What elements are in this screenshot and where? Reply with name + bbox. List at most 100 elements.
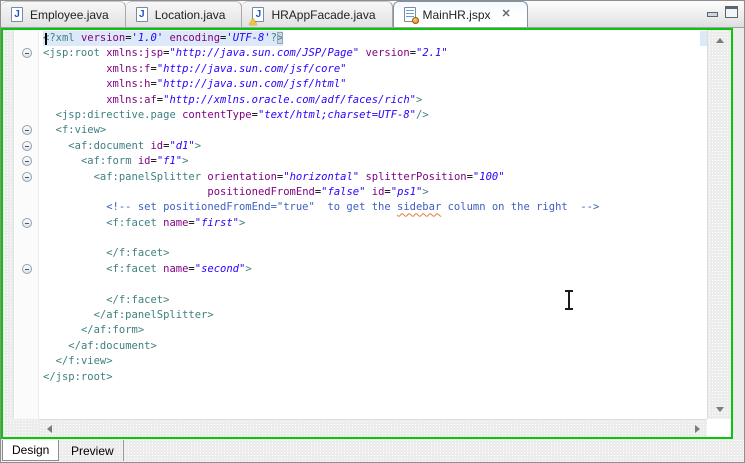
code-line-content bbox=[43, 277, 49, 292]
code-token-tag: </jsp:root> bbox=[43, 370, 113, 383]
code-area[interactable]: <?xml version='1.0' encoding='UTF-8'?> <j… bbox=[40, 30, 707, 419]
code-line-content: positionedFromEnd="false" id="ps1"> bbox=[43, 185, 429, 200]
code-token-tag: <af:document bbox=[68, 139, 151, 152]
scroll-left-icon[interactable] bbox=[41, 420, 57, 438]
code-line bbox=[43, 231, 599, 246]
collapse-icon[interactable] bbox=[22, 171, 32, 182]
code-line: </f:facet> bbox=[43, 246, 599, 261]
code-lines: <?xml version='1.0' encoding='UTF-8'?> <j… bbox=[43, 31, 599, 385]
fold-gutter bbox=[15, 30, 39, 437]
code-line: <af:document id="d1"> bbox=[43, 139, 599, 154]
code-line: </af:document> bbox=[43, 339, 599, 354]
code-token-tag: <af:form bbox=[80, 155, 138, 168]
code-token-tag: > bbox=[245, 262, 252, 275]
code-token-attr: xmlns:h bbox=[106, 78, 151, 91]
code-line-content: </jsp:root> bbox=[43, 370, 113, 385]
code-token-attr: positionedFromEnd bbox=[207, 185, 315, 198]
code-token-val: '1.0' bbox=[131, 32, 164, 44]
java-file-icon: J bbox=[135, 6, 150, 23]
code-token-tag: > bbox=[422, 185, 429, 198]
code-token-attr: name bbox=[163, 262, 189, 275]
code-line-content: </f:view> bbox=[43, 354, 113, 369]
vertical-scrollbar[interactable] bbox=[707, 30, 731, 419]
code-token-tag: </f:facet> bbox=[106, 247, 170, 260]
java-file-icon: J bbox=[10, 6, 25, 23]
page-tab-design[interactable]: Design bbox=[2, 440, 60, 461]
editor-tab-hrappfacade-java[interactable]: J HRAppFacade.java bbox=[242, 1, 393, 27]
editor-tab-employee-java[interactable]: J Employee.java bbox=[1, 1, 126, 27]
editor-tab-label: MainHR.jspx bbox=[422, 7, 491, 22]
code-token-comment: column on the right --> bbox=[441, 201, 600, 214]
text-caret bbox=[45, 33, 47, 45]
code-line: </af:form> bbox=[43, 323, 599, 338]
code-line: <!-- set positionedFromEnd="true" to get… bbox=[43, 200, 599, 215]
code-token-val: "http://java.sun.com/jsf/core" bbox=[156, 62, 347, 75]
source-editor: <?xml version='1.0' encoding='UTF-8'?> <j… bbox=[1, 28, 733, 439]
code-token-attr: orientation bbox=[207, 170, 277, 183]
collapse-icon[interactable] bbox=[22, 264, 32, 274]
code-token-tag: <?xml bbox=[43, 32, 81, 44]
code-line: <af:panelSplitter orientation="horizonta… bbox=[43, 170, 599, 185]
code-line-content: <!-- set positionedFromEnd="true" to get… bbox=[43, 200, 599, 215]
editor-window: J Employee.java J Location.java J HRAppFacade… bbox=[0, 0, 745, 463]
scroll-down-icon[interactable] bbox=[708, 401, 732, 417]
code-token-val: "100" bbox=[472, 170, 505, 183]
code-token-attr: version bbox=[365, 47, 410, 60]
code-line-content: <af:document id="d1"> bbox=[43, 139, 201, 154]
editor-tab-label: Location.java bbox=[154, 7, 226, 22]
collapse-icon[interactable] bbox=[22, 140, 32, 151]
code-token-tag: <f:facet bbox=[106, 216, 164, 229]
code-line-content: <f:facet name="first"> bbox=[43, 216, 245, 231]
page-tab-preview[interactable]: Preview bbox=[62, 440, 124, 461]
code-line-content: <af:panelSplitter orientation="horizonta… bbox=[43, 170, 505, 185]
code-line: xmlns:af="http://xmlns.oracle.com/adf/fa… bbox=[43, 93, 599, 108]
horizontal-scrollbar[interactable] bbox=[39, 419, 707, 437]
code-line: </af:panelSplitter> bbox=[43, 308, 599, 323]
code-token-attr: name bbox=[163, 216, 189, 229]
code-token-tag: > bbox=[194, 139, 202, 152]
jspx-file-icon bbox=[403, 6, 419, 24]
code-token-tag: <jsp:root bbox=[43, 47, 107, 60]
collapse-icon[interactable] bbox=[22, 125, 32, 136]
code-token-attr: version bbox=[80, 32, 126, 44]
minimize-view-icon[interactable] bbox=[706, 7, 718, 18]
code-line: <f:facet name="second"> bbox=[43, 262, 599, 277]
maximize-view-icon[interactable] bbox=[725, 6, 738, 18]
collapse-icon[interactable] bbox=[22, 156, 32, 167]
editor-tab-mainhr-jspx[interactable]: MainHR.jspx ✕ bbox=[392, 1, 528, 27]
code-token-attr: encoding bbox=[169, 32, 221, 44]
code-token-val: "false" bbox=[321, 185, 366, 198]
code-line-content: <?xml version='1.0' encoding='UTF-8'?> bbox=[43, 31, 284, 47]
collapse-icon[interactable] bbox=[22, 217, 32, 228]
code-line: <f:view> bbox=[43, 123, 599, 138]
code-token-tag: <f:view> bbox=[55, 124, 107, 137]
code-token-misspell: sidebar bbox=[397, 201, 442, 214]
scroll-up-icon[interactable] bbox=[708, 32, 732, 48]
collapse-icon[interactable] bbox=[22, 48, 32, 59]
current-line-highlight-fragment bbox=[700, 31, 707, 46]
code-token-attr: xmlns:f bbox=[106, 62, 151, 75]
editor-tab-location-java[interactable]: J Location.java bbox=[125, 1, 243, 27]
code-token-tag: <f:facet bbox=[106, 262, 164, 275]
code-token-val: "http://xmlns.oracle.com/adf/faces/rich" bbox=[163, 93, 416, 106]
code-token-match: > bbox=[276, 32, 284, 44]
code-token-tag: </af:document> bbox=[68, 339, 157, 352]
code-token-val: 'UTF-8' bbox=[226, 32, 271, 44]
code-token-tag: > bbox=[182, 155, 189, 168]
code-token-val: "second" bbox=[194, 262, 246, 275]
close-icon[interactable]: ✕ bbox=[502, 9, 511, 20]
code-line-content: xmlns:h="http://java.sun.com/jsf/html" bbox=[43, 77, 346, 92]
scroll-right-icon[interactable] bbox=[689, 420, 705, 438]
code-line: <jsp:root xmlns:jsp="http://java.sun.com… bbox=[43, 46, 599, 61]
annotation-ruler[interactable] bbox=[3, 30, 14, 437]
